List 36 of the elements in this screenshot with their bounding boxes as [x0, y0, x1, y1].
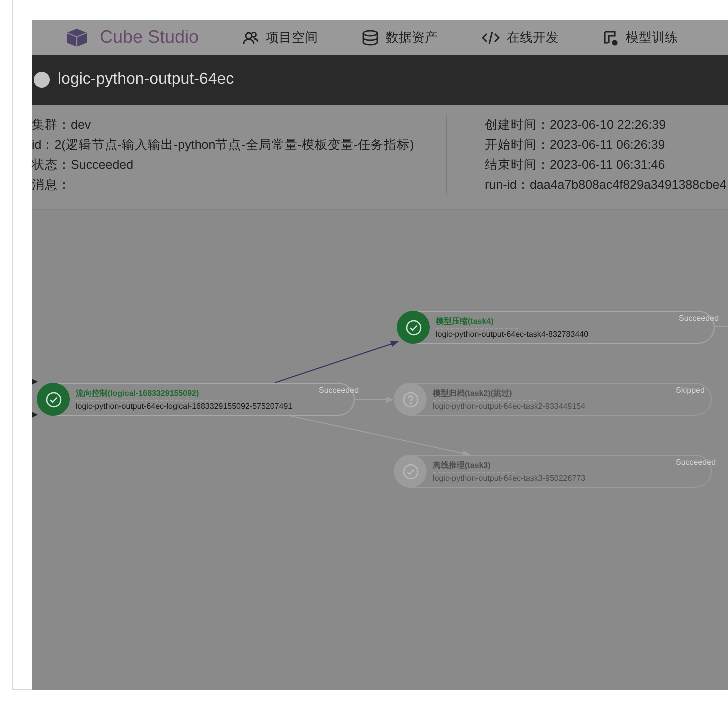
node-title: 流向控制(logical-1683329155092) — [76, 388, 224, 401]
detail-text: id：2(逻辑节点-输入输出-python节点-全局常量-模板变量-任务指标) — [32, 137, 416, 154]
node-status: Skipped — [676, 386, 706, 395]
detail-text: 开始时间：2023-06-11 06:26:39 — [485, 137, 666, 154]
node-name: logic-python-output-64ec-logical-1683329155092-575207491 — [76, 402, 293, 411]
people-icon — [243, 30, 260, 44]
detail-text: 状态：Succeeded — [32, 157, 135, 174]
node-name: logic-python-output-64ec-task4-832783440 — [436, 330, 589, 339]
detail-text: 结束时间：2023-06-11 06:31:46 — [485, 157, 666, 174]
database-icon — [362, 30, 380, 46]
edge-arrow — [354, 397, 394, 403]
app-name: Cube Studio — [100, 27, 200, 48]
detail-text: run-id：daa4a7b808ac4f829a3491388cbe4 — [485, 177, 727, 194]
node-title: 模型压缩(task4) — [436, 316, 518, 329]
node-name: logic-python-output-64ec-task3-950226773 — [433, 474, 586, 483]
arrowhead-icon — [32, 412, 38, 418]
detail-text: 消息： — [32, 177, 72, 194]
detail-text: 集群：dev — [32, 117, 92, 134]
status-dot — [34, 72, 50, 88]
question-circle-icon — [402, 392, 418, 408]
nav-item[interactable]: 模型训练 — [603, 28, 678, 46]
nav-item[interactable]: 在线开发 — [482, 28, 560, 46]
cube-logo-icon — [66, 28, 88, 48]
check-circle-icon — [402, 464, 418, 480]
node-title: 模型归档(task2)(跳过) — [433, 388, 536, 401]
node-name: logic-python-output-64ec-task2-933449154 — [433, 402, 586, 411]
check-circle-icon — [406, 320, 422, 336]
node-title: 离线推理(task3) — [433, 460, 515, 473]
check-circle-icon — [46, 392, 62, 408]
code-icon — [482, 30, 500, 44]
nav-item[interactable]: 项目空间 — [243, 28, 318, 46]
detail-text: 创建时间：2023-06-10 22:26:39 — [485, 117, 668, 134]
arrowhead-icon — [32, 379, 38, 385]
training-icon — [603, 30, 620, 46]
run-title: logic-python-output-64ec — [58, 71, 234, 89]
nav-item[interactable]: 数据资产 — [362, 28, 438, 46]
